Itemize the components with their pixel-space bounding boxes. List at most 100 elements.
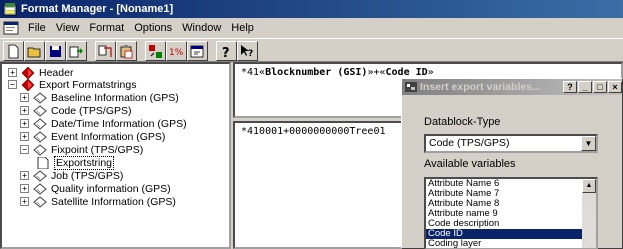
tree-node-label: Header (39, 66, 74, 79)
export-icon (69, 46, 83, 57)
format-token-blocknumber[interactable]: Blocknumber (GSI) (265, 67, 367, 78)
insert-constant-button[interactable]: 1% (166, 41, 187, 61)
window-title: Format Manager - [Noname1] (21, 3, 174, 15)
expand-icon[interactable]: + (20, 171, 29, 180)
context-help-icon: ? (241, 44, 253, 59)
paste-format-button[interactable] (116, 41, 137, 61)
expand-icon[interactable]: + (20, 93, 29, 102)
tree-node-label: Exportstring (54, 155, 115, 170)
diamond-outline-icon (33, 195, 47, 208)
tree-node-label: Export Formatstrings (39, 78, 137, 91)
expand-icon[interactable]: + (8, 68, 17, 77)
menu-view[interactable]: View (51, 22, 85, 34)
context-help-button[interactable]: ? (237, 41, 258, 61)
dialog-minimize-button[interactable]: _ (578, 81, 592, 93)
expand-icon[interactable]: + (20, 184, 29, 193)
tree-node-label: Date/Time Information (GPS) (51, 117, 187, 130)
expand-icon[interactable]: + (20, 119, 29, 128)
tree-node-label: Baseline Information (GPS) (51, 91, 179, 104)
new-file-button[interactable] (3, 41, 24, 61)
red-diamond-icon (21, 66, 35, 79)
dialog-help-button[interactable]: ? (563, 81, 577, 93)
tree-node-label: Job (TPS/GPS) (51, 169, 124, 182)
copy-format-icon (98, 45, 112, 57)
toolbar: 1% ? ? (0, 38, 623, 62)
dialog-title: Insert export variables... (420, 81, 541, 93)
title-bar: Format Manager - [Noname1] (0, 0, 623, 18)
tree-node[interactable]: + Date/Time Information (GPS) (20, 117, 187, 130)
svg-text:1%: 1% (169, 48, 184, 58)
format-token-code-id[interactable]: Code ID (386, 67, 428, 78)
available-variables-list[interactable]: Attribute Name 6 Attribute Name 7 Attribut… (424, 177, 598, 249)
paste-format-icon (120, 44, 133, 58)
expand-icon[interactable]: + (20, 197, 29, 206)
diamond-outline-icon (33, 169, 47, 182)
variable-list-item[interactable]: Coding layer (426, 239, 596, 249)
menu-format[interactable]: Format (84, 22, 129, 34)
collapse-icon[interactable]: − (20, 145, 29, 154)
menu-help[interactable]: Help (226, 22, 259, 34)
app-icon (3, 2, 17, 16)
tree-node-label: Event Information (GPS) (51, 130, 166, 143)
insert-export-variables-dialog[interactable]: Insert export variables... ? _ □ × Datab… (401, 78, 623, 249)
tree-node[interactable]: − Fixpoint (TPS/GPS) (20, 143, 143, 156)
expand-icon[interactable]: + (20, 106, 29, 115)
tree-node[interactable]: + Job (TPS/GPS) (20, 169, 123, 182)
tree-node-label: Satellite Information (GPS) (51, 195, 176, 208)
tree-node[interactable]: + Baseline Information (GPS) (20, 91, 179, 104)
tree-node[interactable]: + Quality information (GPS) (20, 182, 171, 195)
tree-node[interactable]: + Event Information (GPS) (20, 130, 165, 143)
menu-file[interactable]: File (23, 22, 51, 34)
open-folder-icon (27, 47, 41, 57)
dialog-close-button[interactable]: × (608, 81, 622, 93)
tree-node[interactable]: Exportstring (36, 155, 115, 170)
copy-format-button[interactable] (95, 41, 116, 61)
datablock-type-select[interactable]: Code (TPS/GPS) ▼ (424, 134, 598, 153)
export-button[interactable] (66, 41, 87, 61)
scroll-up-arrow-icon[interactable]: ▲ (582, 179, 596, 193)
properties-button[interactable] (187, 41, 208, 61)
new-file-icon (8, 44, 19, 58)
red-diamond-icon (21, 78, 35, 91)
scrollbar-track[interactable] (582, 193, 596, 248)
help-question-icon: ? (222, 46, 230, 59)
open-file-button[interactable] (24, 41, 45, 61)
insert-variable-button[interactable] (145, 41, 166, 61)
format-tree[interactable]: + Header − Export Formatstrings + Baseline In… (0, 62, 231, 249)
tree-node[interactable]: + Satellite Information (GPS) (20, 195, 176, 208)
tree-node-label: Quality information (GPS) (51, 182, 171, 195)
datablock-type-value: Code (TPS/GPS) (429, 137, 510, 149)
dialog-title-bar[interactable]: Insert export variables... ? _ □ × (402, 79, 622, 95)
svg-text:?: ? (248, 49, 253, 59)
insert-constant-icon: 1% (169, 48, 184, 58)
tree-node[interactable]: + Code (TPS/GPS) (20, 104, 132, 117)
available-variables-label: Available variables (424, 158, 516, 170)
preview-output: *410001+0000000000Tree01 (241, 126, 386, 137)
help-button[interactable]: ? (216, 41, 237, 61)
menu-bar: File View Format Options Window Help (0, 18, 623, 37)
diamond-outline-icon (33, 143, 47, 156)
format-string: *41«Blocknumber (GSI)»+«Code ID» (241, 67, 434, 78)
tree-node[interactable]: − Export Formatstrings (8, 78, 136, 91)
diamond-outline-icon (33, 182, 47, 195)
collapse-icon[interactable]: − (8, 80, 17, 89)
datablock-type-label: Datablock-Type (424, 116, 501, 128)
document-window-icon[interactable] (3, 21, 19, 35)
properties-icon (190, 45, 204, 57)
save-icon (50, 45, 61, 57)
dropdown-arrow-icon[interactable]: ▼ (581, 136, 596, 151)
save-button[interactable] (45, 41, 66, 61)
svg-text:?: ? (222, 46, 230, 59)
expand-icon[interactable]: + (20, 132, 29, 141)
diamond-outline-icon (33, 104, 47, 117)
diamond-outline-icon (33, 91, 47, 104)
menu-options[interactable]: Options (129, 22, 177, 34)
tree-node-label: Fixpoint (TPS/GPS) (51, 143, 144, 156)
dialog-app-icon (405, 82, 417, 92)
dialog-maximize-button[interactable]: □ (593, 81, 607, 93)
diamond-outline-icon (33, 117, 47, 130)
tree-node-label: Code (TPS/GPS) (51, 104, 132, 117)
document-icon (36, 156, 50, 169)
menu-window[interactable]: Window (177, 22, 226, 34)
insert-variable-icon (149, 44, 162, 58)
